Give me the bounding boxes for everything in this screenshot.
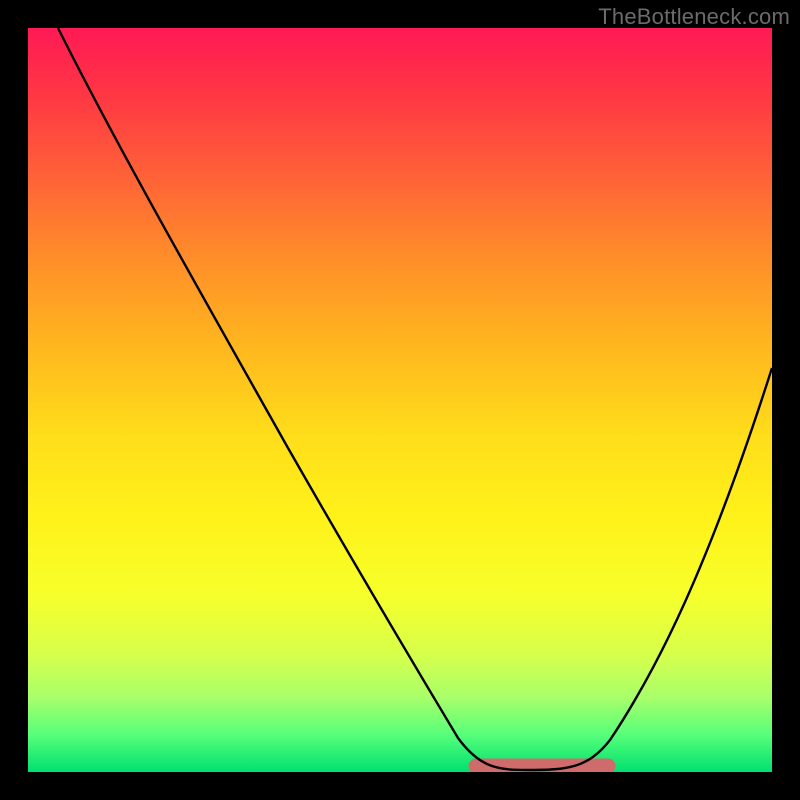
watermark-text: TheBottleneck.com <box>598 4 790 30</box>
bottleneck-curve <box>58 28 772 770</box>
chart-frame: TheBottleneck.com <box>0 0 800 800</box>
plot-area <box>28 28 772 772</box>
curve-layer <box>28 28 772 772</box>
